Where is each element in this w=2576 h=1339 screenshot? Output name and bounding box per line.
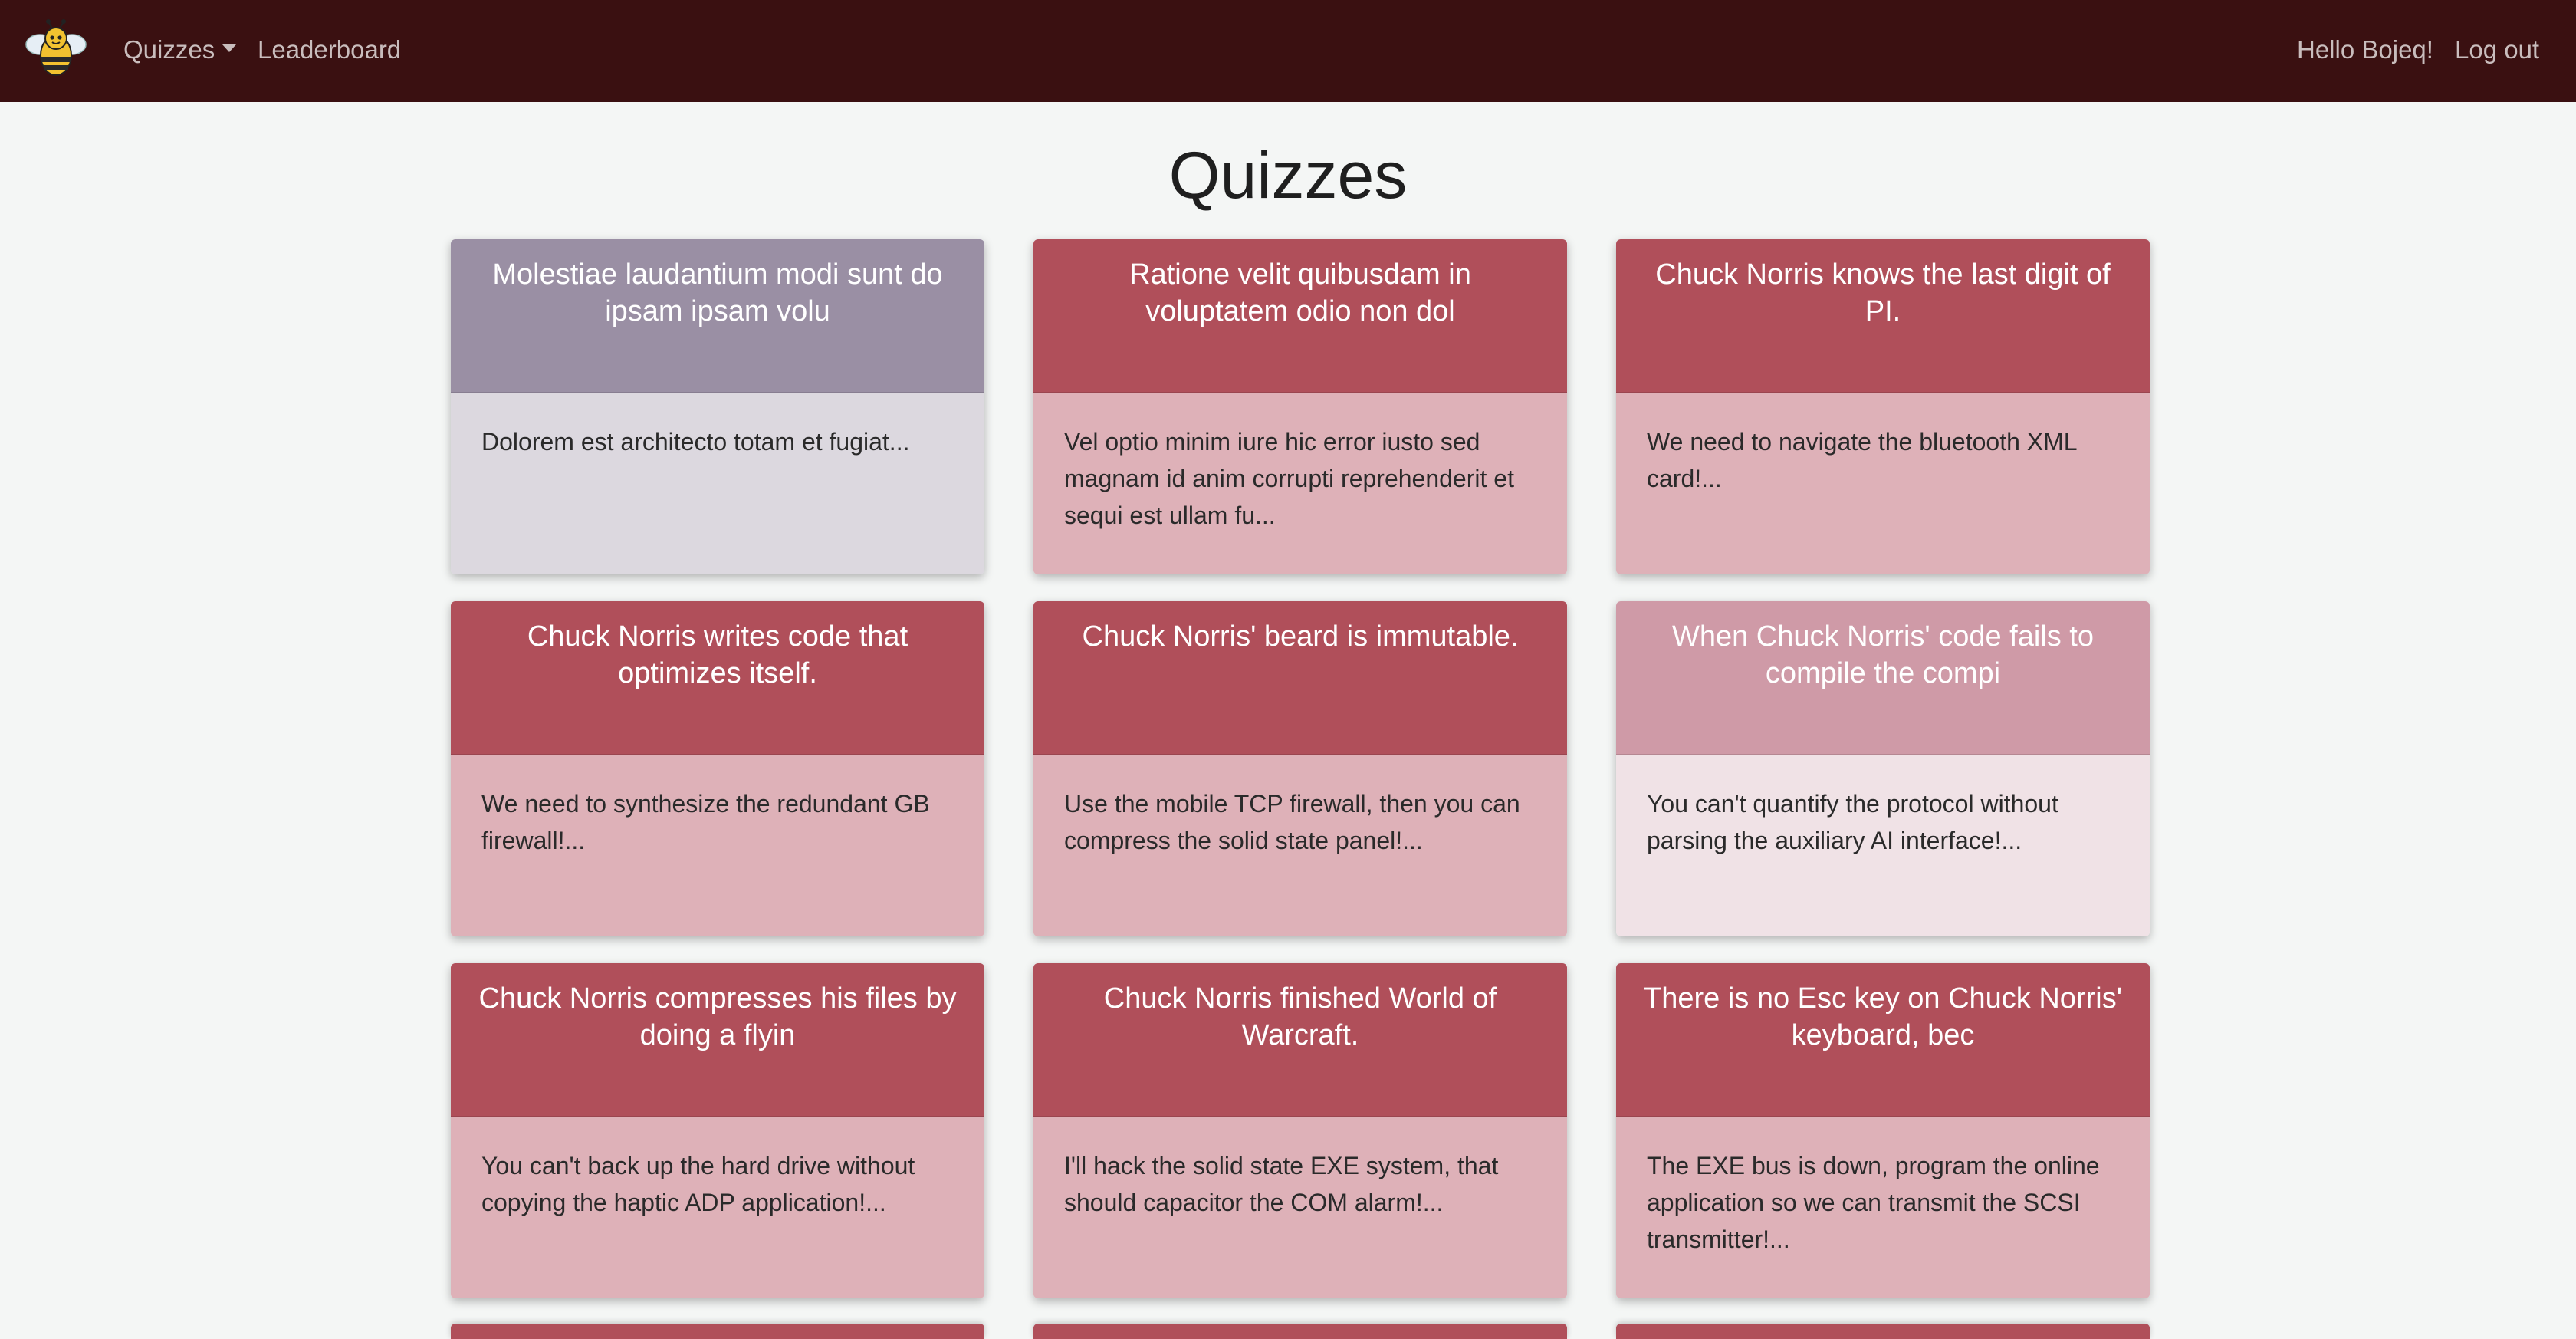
quiz-card-title: Chuck Norris compresses his files by doi…: [451, 963, 984, 1117]
quiz-card-description: You can't back up the hard drive without…: [451, 1117, 984, 1298]
quiz-card[interactable]: When Chuck Norris' code fails to compile…: [1616, 601, 2150, 936]
nav-leaderboard[interactable]: Leaderboard: [258, 35, 401, 64]
quiz-card[interactable]: Ratione velit quibusdam in voluptatem od…: [1033, 239, 1567, 574]
nav-greeting[interactable]: Hello Bojeq!: [2297, 35, 2433, 64]
nav-quizzes-label: Quizzes: [123, 35, 215, 64]
quiz-card-title: Molestiae laudantium modi sunt do ipsam …: [451, 239, 984, 393]
navbar: Quizzes Leaderboard Hello Bojeq! Log out: [0, 0, 2576, 102]
quiz-card-title: Chuck Norris finished World of Warcraft.: [1033, 963, 1567, 1117]
quiz-card[interactable]: Chuck Norris compresses his files by doi…: [451, 963, 984, 1298]
quiz-card[interactable]: There is no Esc key on Chuck Norris' key…: [1616, 963, 2150, 1298]
logout-link[interactable]: Log out: [2455, 35, 2539, 64]
quiz-card-description: We need to navigate the bluetooth XML ca…: [1616, 393, 2150, 574]
quiz-card[interactable]: Chuck Norris knows the last digit of PI.…: [1616, 239, 2150, 574]
quiz-card-description: The EXE bus is down, program the online …: [1616, 1117, 2150, 1298]
page-title: Quizzes: [1168, 139, 1408, 212]
quiz-card-title: There is no Esc key on Chuck Norris' key…: [1616, 963, 2150, 1117]
quiz-card[interactable]: Chuck Norris' beard is immutable. Use the…: [1033, 601, 1567, 936]
quiz-card-title: Chuck Norris' beard is immutable.: [1033, 601, 1567, 755]
quiz-card-description: Dolorem est architecto totam et fugiat..…: [451, 393, 984, 574]
caret-down-icon: [222, 44, 237, 53]
quiz-card-title: Chuck Norris writes code that optimizes …: [451, 601, 984, 755]
quiz-card-description: I'll hack the solid state EXE system, th…: [1033, 1117, 1567, 1298]
quiz-card-title: Ratione velit quibusdam in voluptatem od…: [1033, 239, 1567, 393]
quiz-card-description: We need to synthesize the redundant GB f…: [451, 755, 984, 936]
quiz-card-partial[interactable]: [1033, 1324, 1567, 1339]
quiz-card-title: Chuck Norris knows the last digit of PI.: [1616, 239, 2150, 393]
quiz-card-title: When Chuck Norris' code fails to compile…: [1616, 601, 2150, 755]
quiz-card[interactable]: Chuck Norris finished World of Warcraft.…: [1033, 963, 1567, 1298]
quiz-card[interactable]: Molestiae laudantium modi sunt do ipsam …: [451, 239, 984, 574]
quiz-card-partial[interactable]: [1616, 1324, 2150, 1339]
quiz-card-description: Vel optio minim iure hic error iusto sed…: [1033, 393, 1567, 574]
quiz-card[interactable]: Chuck Norris writes code that optimizes …: [451, 601, 984, 936]
quiz-card-partial[interactable]: [451, 1324, 984, 1339]
quiz-card-description: You can't quantify the protocol without …: [1616, 755, 2150, 936]
quiz-card-description: Use the mobile TCP firewall, then you ca…: [1033, 755, 1567, 936]
nav-quizzes-dropdown[interactable]: Quizzes: [123, 35, 237, 64]
bee-icon[interactable]: [23, 17, 89, 83]
